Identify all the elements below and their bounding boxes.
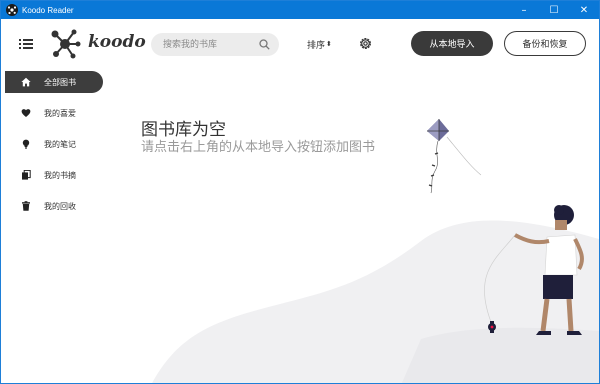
backup-restore-button[interactable]: 备份和恢复	[504, 31, 586, 56]
koodo-app-icon	[6, 4, 18, 16]
sidebar-item-label: 我的笔记	[44, 139, 76, 149]
window-title: Koodo Reader	[22, 5, 74, 15]
empty-library-title: 图书库为空	[141, 120, 226, 140]
search-input[interactable]	[163, 33, 255, 56]
maximize-button[interactable]: ☐	[539, 1, 569, 19]
app-window: Koodo Reader – ☐ ✕ koodo 搜索我的书库 排序 ⬍ 从本地…	[0, 0, 600, 384]
window-controls: – ☐ ✕	[509, 1, 599, 19]
import-local-button[interactable]: 从本地导入	[411, 31, 493, 56]
copy-icon	[21, 170, 31, 180]
trash-icon	[21, 201, 31, 211]
minimize-button[interactable]: –	[509, 1, 539, 19]
lightbulb-icon	[21, 139, 31, 149]
sidebar-item-notes[interactable]: 我的笔记	[5, 133, 103, 155]
koodo-logo-icon	[51, 29, 81, 59]
sidebar-item-label: 我的书摘	[44, 170, 76, 180]
gear-icon[interactable]	[358, 36, 373, 51]
logo-text: koodo	[88, 32, 146, 52]
sort-arrows-icon: ⬍	[326, 40, 332, 48]
search-box[interactable]	[151, 33, 279, 56]
sidebar-toggle-icon[interactable]	[19, 38, 33, 50]
search-icon[interactable]	[259, 39, 270, 50]
kite-icon	[427, 119, 482, 194]
sort-label: 排序	[307, 41, 326, 51]
sidebar-item-label: 我的喜爱	[44, 108, 76, 118]
sidebar-item-trash[interactable]: 我的回收	[5, 195, 103, 217]
close-button[interactable]: ✕	[569, 1, 599, 19]
home-icon	[21, 77, 31, 87]
title-bar[interactable]: Koodo Reader – ☐ ✕	[1, 1, 599, 19]
sidebar-item-label: 全部图书	[44, 77, 76, 87]
sidebar-item-favorites[interactable]: 我的喜爱	[5, 102, 103, 124]
empty-library-description: 请点击右上角的从本地导入按钮添加图书	[141, 140, 376, 155]
sidebar-item-all-books[interactable]: 全部图书	[5, 71, 103, 93]
sidebar-item-label: 我的回收	[44, 201, 76, 211]
heart-icon	[21, 108, 31, 118]
sidebar-item-highlights[interactable]: 我的书摘	[5, 164, 103, 186]
sort-button[interactable]: 排序 ⬍	[307, 38, 332, 52]
app-header: koodo 排序 ⬍ 从本地导入 备份和恢复	[1, 19, 599, 69]
